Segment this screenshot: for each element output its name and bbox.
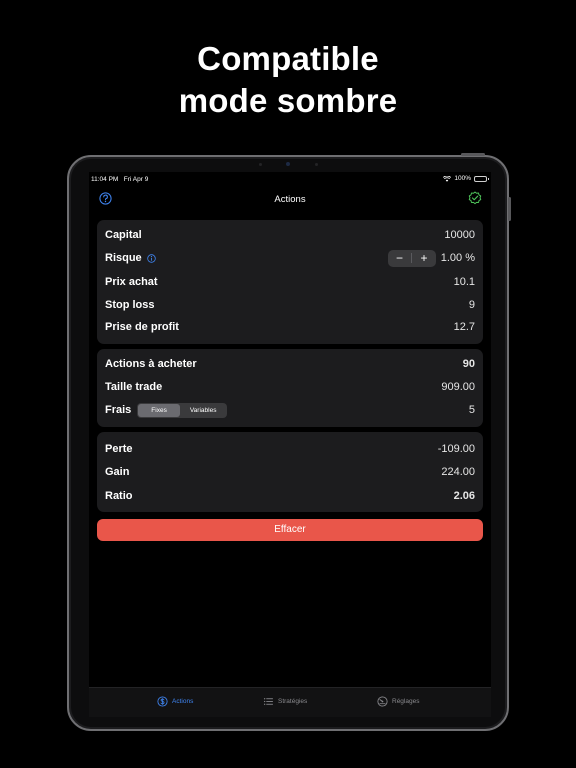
shares-value: 90 bbox=[462, 358, 475, 370]
buy-price-row[interactable]: Prix achat 10.1 bbox=[105, 272, 475, 292]
loss-label: Perte bbox=[105, 443, 133, 455]
front-camera bbox=[286, 162, 290, 166]
segment-variable[interactable]: Variables bbox=[180, 404, 227, 417]
tab-settings[interactable]: Réglages bbox=[377, 696, 419, 707]
page-title: Actions bbox=[274, 194, 306, 205]
risk-label: Risque bbox=[105, 252, 142, 264]
headline: Compatible mode sombre bbox=[0, 38, 576, 122]
wifi-icon bbox=[443, 175, 452, 182]
stop-loss-row[interactable]: Stop loss 9 bbox=[105, 295, 475, 315]
volume-button bbox=[461, 153, 485, 156]
stop-loss-value[interactable]: 9 bbox=[469, 299, 475, 311]
loss-value: -109.00 bbox=[437, 443, 475, 455]
tab-strategies[interactable]: Stratégies bbox=[263, 696, 307, 707]
segment-fixed[interactable]: Fixes bbox=[138, 403, 180, 417]
check-badge-icon[interactable] bbox=[468, 191, 482, 205]
fees-value[interactable]: 5 bbox=[469, 404, 475, 416]
buy-price-label: Prix achat bbox=[105, 276, 158, 288]
ratio-row: Ratio 2.06 bbox=[105, 486, 475, 506]
ratio-value: 2.06 bbox=[453, 490, 475, 502]
battery-percent: 100% bbox=[454, 175, 471, 182]
stop-loss-label: Stop loss bbox=[105, 299, 155, 311]
take-profit-row[interactable]: Prise de profit 12.7 bbox=[105, 317, 475, 337]
capital-row[interactable]: Capital 10000 bbox=[105, 225, 475, 245]
risk-value: 1.00 % bbox=[440, 252, 475, 264]
take-profit-label: Prise de profit bbox=[105, 321, 179, 333]
gauge-icon bbox=[377, 696, 388, 707]
status-bar: 11:04 PM Fri Apr 9 100% bbox=[89, 172, 491, 188]
risk-controls: − + 1.00 % bbox=[387, 249, 475, 267]
fees-row: Frais Fixes Variables 5 bbox=[105, 400, 475, 420]
gain-value: 224.00 bbox=[441, 466, 475, 478]
ratio-label: Ratio bbox=[105, 490, 133, 502]
take-profit-value[interactable]: 12.7 bbox=[454, 321, 475, 333]
results-card: Actions à acheter 90 Taille trade 909.00… bbox=[97, 349, 483, 427]
trade-size-label: Taille trade bbox=[105, 381, 163, 393]
capital-value[interactable]: 10000 bbox=[444, 229, 475, 241]
fees-segmented-control[interactable]: Fixes Variables bbox=[137, 402, 228, 418]
tab-strategies-label: Stratégies bbox=[278, 698, 308, 705]
status-right: 100% bbox=[443, 175, 489, 182]
power-button bbox=[508, 197, 511, 221]
tab-actions[interactable]: Actions bbox=[157, 696, 193, 707]
sensor-dot bbox=[259, 163, 262, 166]
capital-label: Capital bbox=[105, 229, 142, 241]
risk-label-group: Risque bbox=[105, 252, 156, 264]
trade-size-value: 909.00 bbox=[441, 381, 475, 393]
clear-button[interactable]: Effacer bbox=[97, 519, 483, 541]
summary-card: Perte -109.00 Gain 224.00 Ratio 2.06 bbox=[97, 432, 483, 512]
input-card: Capital 10000 Risque − + 1.00 % Prix ach… bbox=[97, 220, 483, 344]
gain-row: Gain 224.00 bbox=[105, 462, 475, 482]
tab-actions-label: Actions bbox=[172, 698, 194, 705]
shares-label: Actions à acheter bbox=[105, 358, 197, 370]
loss-row: Perte -109.00 bbox=[105, 439, 475, 459]
status-time: 11:04 PM Fri Apr 9 bbox=[91, 176, 149, 183]
increment-button[interactable]: + bbox=[412, 250, 436, 267]
tab-settings-label: Réglages bbox=[392, 698, 420, 705]
app-screen: 11:04 PM Fri Apr 9 100% Actions Capital … bbox=[89, 172, 491, 717]
shares-row: Actions à acheter 90 bbox=[105, 354, 475, 374]
tab-bar: Actions Stratégies Réglages bbox=[89, 687, 491, 717]
headline-line-1: Compatible bbox=[197, 40, 379, 77]
fees-label: Frais bbox=[105, 404, 132, 416]
sensor-dot bbox=[315, 163, 318, 166]
trade-size-row: Taille trade 909.00 bbox=[105, 377, 475, 397]
decrement-button[interactable]: − bbox=[388, 250, 412, 267]
list-icon bbox=[263, 698, 273, 705]
nav-bar: Actions bbox=[89, 188, 491, 212]
ipad-frame: 11:04 PM Fri Apr 9 100% Actions Capital … bbox=[67, 153, 511, 731]
buy-price-value[interactable]: 10.1 bbox=[454, 276, 475, 288]
risk-stepper[interactable]: − + bbox=[387, 249, 436, 267]
headline-line-2: mode sombre bbox=[178, 82, 398, 119]
battery-icon bbox=[474, 175, 489, 182]
risk-row: Risque − + 1.00 % bbox=[105, 248, 475, 268]
dollar-circle-icon bbox=[157, 696, 168, 707]
gain-label: Gain bbox=[105, 466, 130, 478]
info-icon[interactable] bbox=[146, 253, 156, 263]
fees-label-group: Frais Fixes Variables bbox=[105, 402, 228, 418]
